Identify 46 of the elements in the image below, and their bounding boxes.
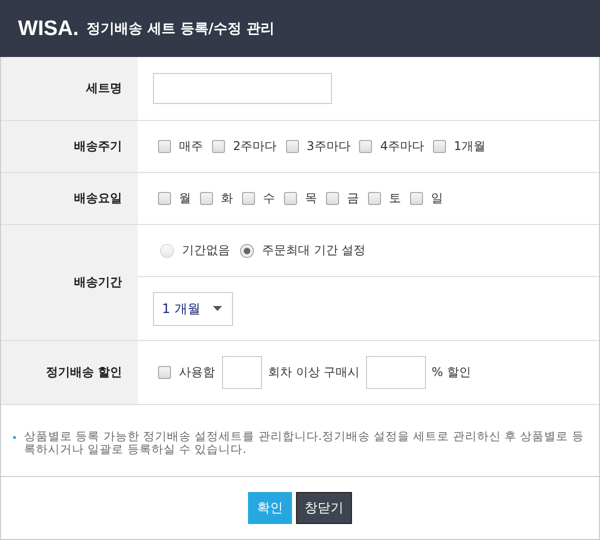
field-text: 회차 이상 구매시 — [268, 364, 360, 381]
checkbox[interactable] — [368, 192, 381, 205]
checkbox[interactable] — [326, 192, 339, 205]
checkbox-label: 매주 — [179, 138, 203, 155]
radio-label: 기간없음 — [182, 242, 230, 259]
field-label: 배송주기 — [74, 138, 122, 155]
checkbox[interactable] — [284, 192, 297, 205]
checkbox-label: 수 — [263, 190, 275, 207]
field-label: 배송요일 — [74, 190, 122, 207]
checkbox-label: 일 — [431, 190, 443, 207]
checkbox[interactable] — [410, 192, 423, 205]
checkbox[interactable] — [158, 192, 171, 205]
caret-icon — [213, 306, 222, 311]
checkbox[interactable] — [286, 140, 299, 153]
logo: WISA. — [18, 16, 79, 40]
checkbox-label: 월 — [179, 190, 191, 207]
checkbox[interactable] — [200, 192, 213, 205]
field-label: 정기배송 할인 — [46, 364, 122, 381]
field-text: % 할인 — [432, 364, 471, 381]
help-text: 상품별로 등록 가능한 정기배송 설정세트를 관리합니다.정기배송 설정을 세트로 관리하신 후 상품별로 등록하시거나 일괄로 등록하실 수 있습니다. — [24, 430, 585, 456]
checkbox[interactable] — [432, 140, 446, 153]
checkbox-label: 목 — [305, 190, 317, 207]
radio-button[interactable] — [240, 244, 254, 258]
percent-field[interactable] — [366, 356, 426, 389]
checkbox[interactable] — [212, 140, 225, 153]
checkbox-label: 화 — [221, 190, 233, 207]
checkbox[interactable] — [359, 140, 372, 153]
field-label: 세트명 — [86, 80, 122, 97]
checkbox-label: 3주마다 — [306, 138, 350, 155]
checkbox-label: 2주마다 — [233, 138, 277, 155]
close-button[interactable]: 창닫기 — [296, 492, 352, 524]
checkbox-label: 4주마다 — [380, 138, 424, 155]
checkbox[interactable] — [158, 140, 171, 153]
checkbox-label: 사용함 — [179, 364, 215, 381]
checkbox[interactable] — [158, 366, 171, 379]
set-name-field[interactable] — [153, 73, 332, 104]
bullet-icon — [13, 436, 16, 439]
count-field[interactable] — [222, 356, 262, 389]
field-label: 배송기간 — [74, 274, 122, 291]
checkbox-label: 토 — [389, 190, 401, 207]
radio-label: 주문최대 기간 설정 — [262, 242, 366, 259]
checkbox[interactable] — [242, 192, 255, 205]
checkbox-label: 1개월 — [454, 138, 486, 155]
period-dropdown[interactable]: 1 개월 — [153, 292, 233, 326]
window-title: 정기배송 세트 등록/수정 관리 — [86, 20, 274, 38]
checkbox-label: 금 — [347, 190, 359, 207]
